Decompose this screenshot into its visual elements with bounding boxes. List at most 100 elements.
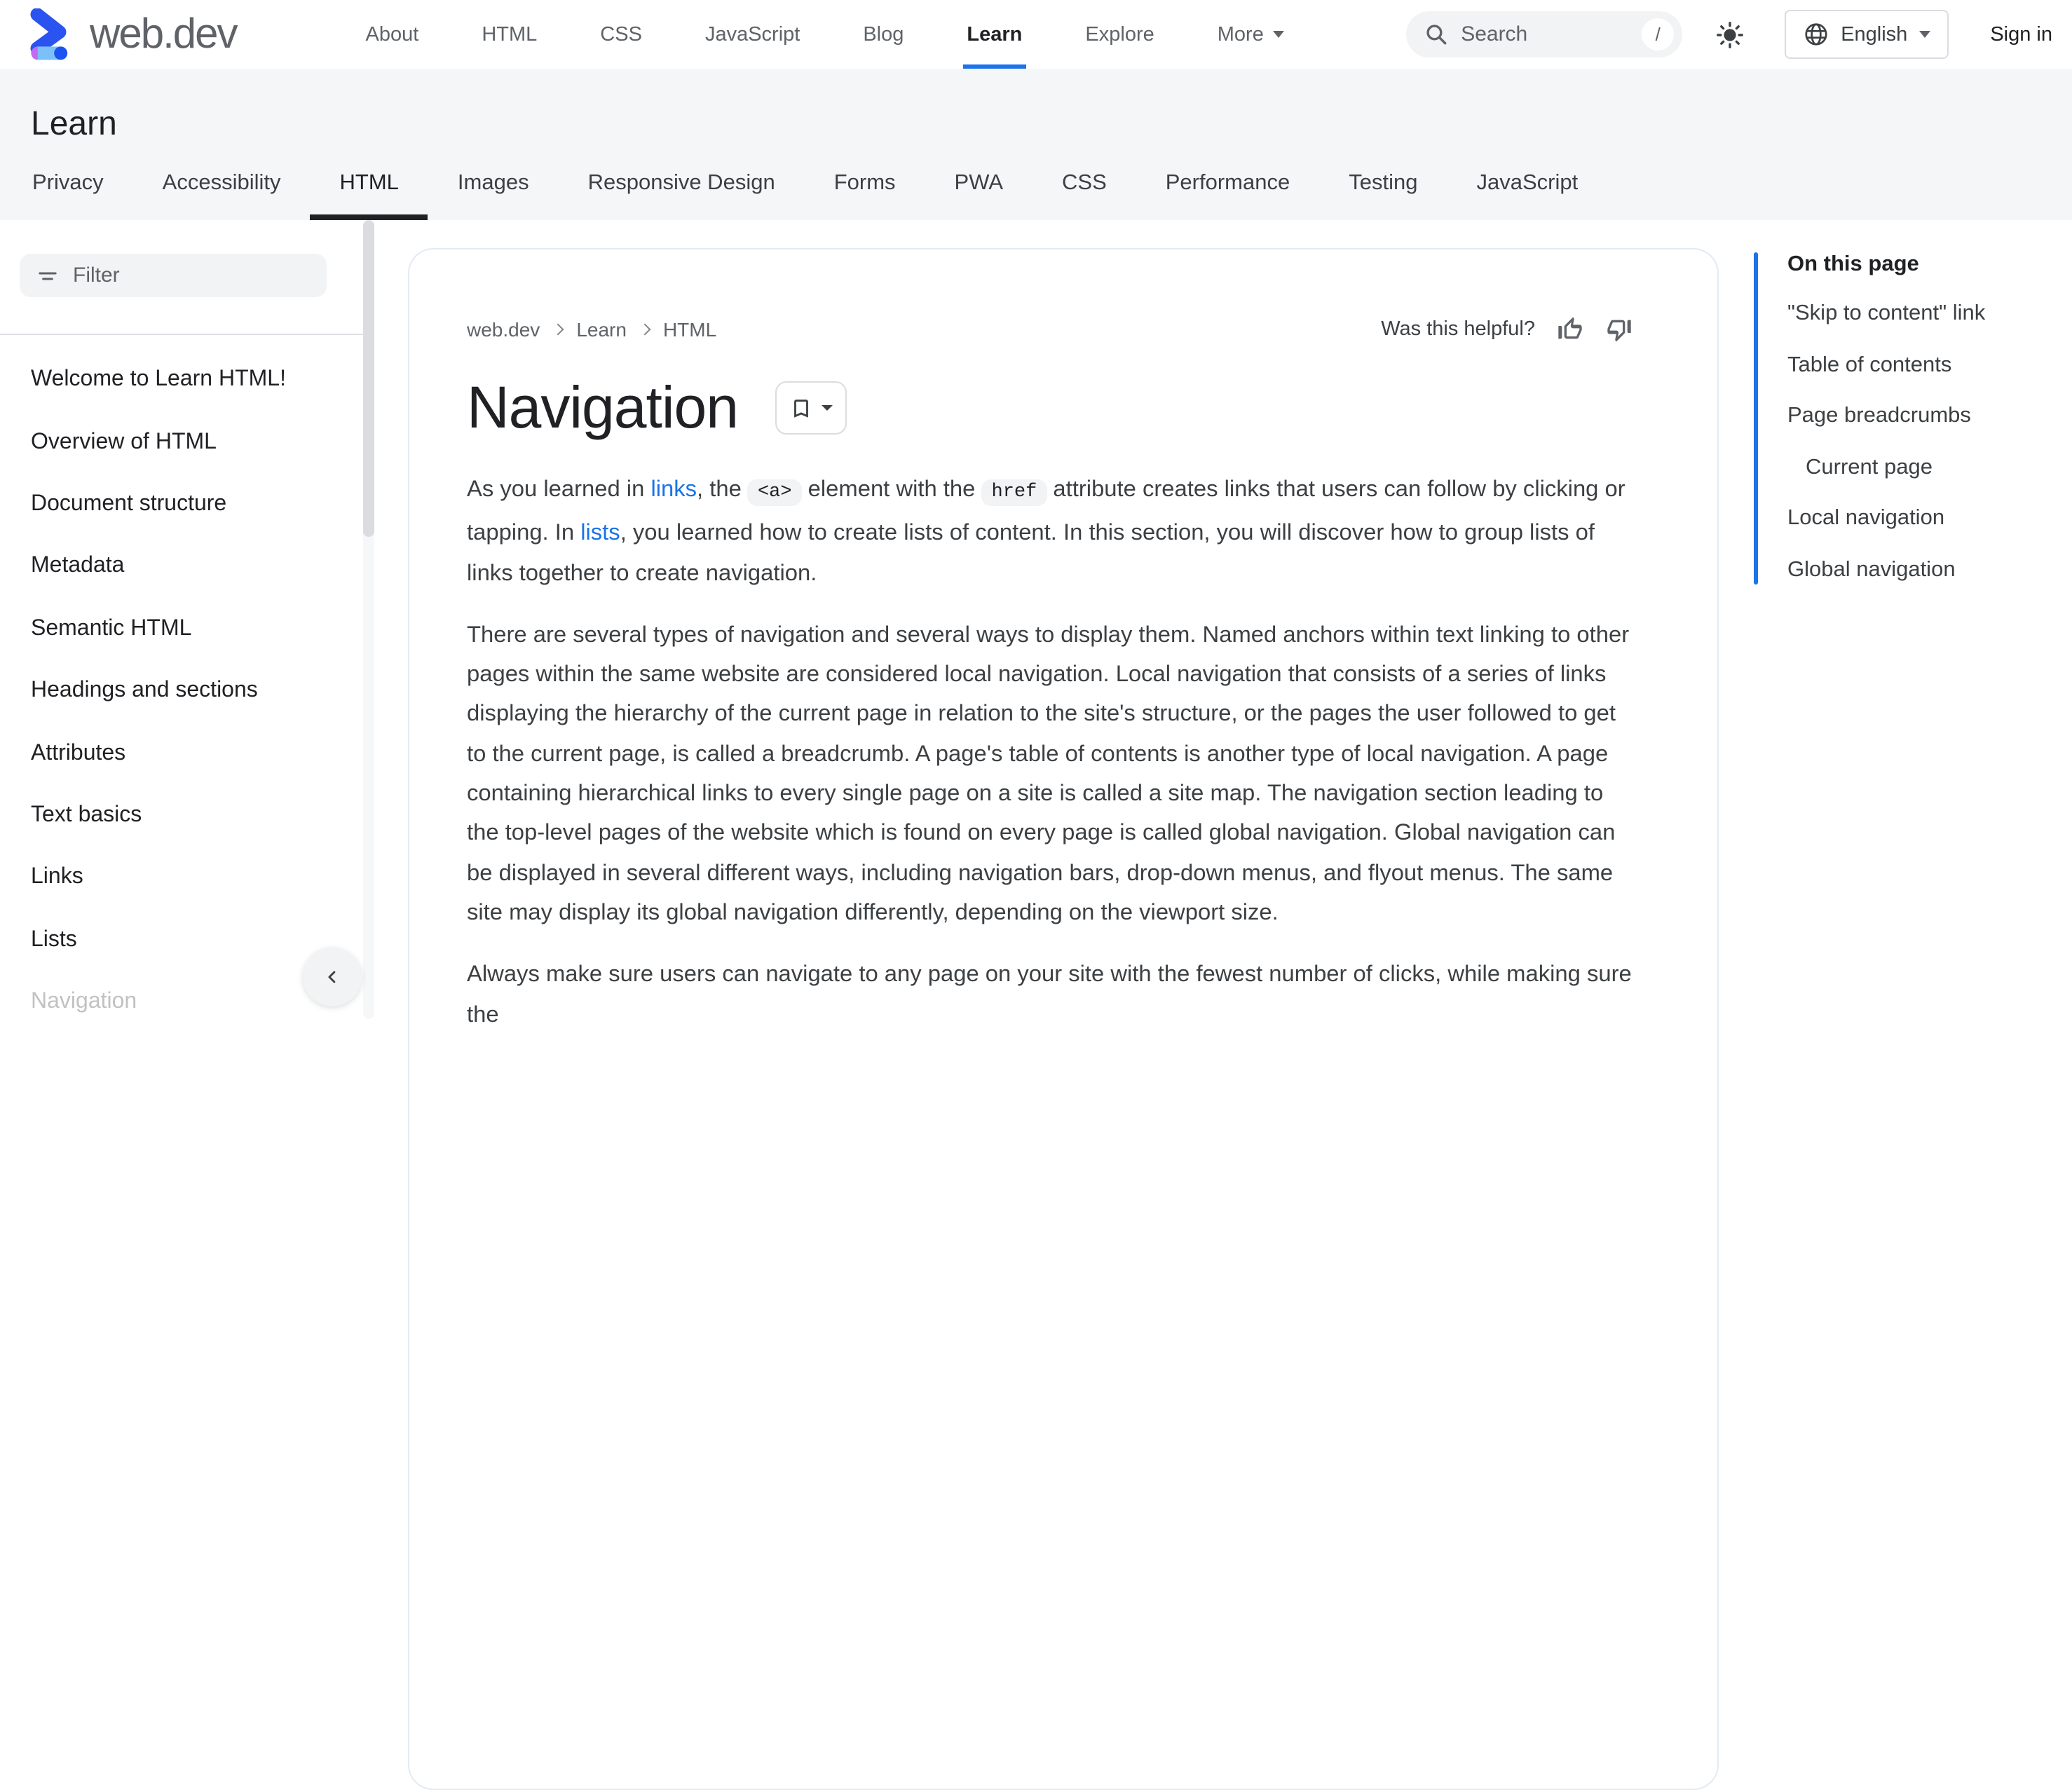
search-input[interactable]: Search / [1406, 11, 1683, 57]
topnav-link-html[interactable]: HTML [482, 0, 537, 69]
logo-text: web.dev [90, 11, 238, 57]
course-sidebar: Filter Welcome to Learn HTML! Overview of… [0, 220, 397, 1019]
tab-testing[interactable]: Testing [1319, 151, 1447, 220]
thumbs-down-button[interactable] [1605, 315, 1633, 343]
topnav-links: About HTML CSS JavaScript Blog Learn Explore Mo… [366, 0, 1285, 69]
article-title-row: Navigation [467, 374, 1633, 442]
tab-forms[interactable]: Forms [805, 151, 925, 220]
top-navigation-bar: web.dev About HTML CSS JavaScript Blog Learn E… [0, 0, 2072, 69]
thumbs-up-button[interactable] [1556, 315, 1584, 343]
breadcrumb-web-dev[interactable]: web.dev [467, 318, 540, 341]
search-icon [1426, 25, 1447, 45]
topnav-link-label: Learn [967, 23, 1023, 46]
sidebar-item-headings-and-sections[interactable]: Headings and sections [0, 660, 380, 723]
breadcrumb-links: web.dev Learn HTML [467, 318, 716, 341]
sidebar-divider [0, 334, 364, 335]
language-label: English [1841, 23, 1908, 46]
sign-in-button[interactable]: Sign in [1990, 23, 2052, 46]
on-this-page-panel: On this page "Skip to content" link Table… [1754, 248, 2071, 596]
tab-images[interactable]: Images [428, 151, 559, 220]
chevron-right-icon [552, 323, 564, 336]
inline-code: <a> [747, 479, 802, 506]
toc-items: "Skip to content" link Table of contents P… [1787, 289, 2071, 596]
topnav-link-label: Blog [863, 23, 904, 46]
sun-icon [1717, 21, 1744, 48]
toc-item-global-navigation[interactable]: Global navigation [1787, 545, 2071, 596]
sidebar-chapter-list: Welcome to Learn HTML! Overview of HTML Do… [0, 349, 380, 1034]
paragraph: As you learned in links, the <a> element… [467, 477, 1625, 586]
tab-pwa[interactable]: PWA [925, 151, 1032, 220]
topnav-link-label: CSS [600, 23, 642, 46]
sidebar-item-semantic-html[interactable]: Semantic HTML [0, 598, 380, 660]
chevron-down-icon [822, 405, 833, 411]
toc-list: On this page "Skip to content" link Table… [1787, 248, 2071, 596]
filter-placeholder: Filter [73, 264, 120, 287]
paragraph: Always make sure users can navigate to a… [467, 962, 1632, 1027]
sidebar-item-links[interactable]: Links [0, 847, 380, 909]
webdev-logo-icon [30, 8, 68, 60]
inline-link-lists[interactable]: lists [580, 521, 620, 546]
tab-responsive-design[interactable]: Responsive Design [559, 151, 805, 220]
learn-hero-section: Learn Privacy Accessibility HTML Images Resp… [0, 69, 2072, 220]
topnav-link-label: JavaScript [704, 23, 800, 46]
filter-icon [39, 271, 57, 280]
webdev-logo[interactable]: web.dev [24, 8, 238, 61]
breadcrumb-learn[interactable]: Learn [576, 318, 627, 341]
toc-heading: On this page [1787, 252, 1919, 276]
article-title: Navigation [467, 374, 739, 440]
page: web.dev About HTML CSS JavaScript Blog Learn E… [0, 0, 2072, 1790]
globe-icon [1805, 23, 1827, 46]
sidebar-item-welcome-to-learn-html[interactable]: Welcome to Learn HTML! [0, 349, 380, 411]
filter-input[interactable]: Filter [20, 254, 327, 297]
topnav-link-javascript[interactable]: JavaScript [705, 0, 800, 69]
topnav-link-about[interactable]: About [366, 0, 419, 69]
page-section-title: Learn [31, 105, 117, 143]
topnav-link-blog[interactable]: Blog [863, 0, 904, 69]
sidebar-collapse-button[interactable] [303, 948, 362, 1006]
breadcrumb-html[interactable]: HTML [663, 318, 716, 341]
topnav-link-more[interactable]: More [1218, 0, 1285, 69]
topnav-link-learn[interactable]: Learn [962, 0, 1026, 69]
tab-javascript[interactable]: JavaScript [1447, 151, 1607, 220]
toc-item-page-breadcrumbs[interactable]: Page breadcrumbs [1787, 391, 2071, 442]
thumbs-down-icon [1607, 320, 1631, 342]
sidebar-item-document-structure[interactable]: Document structure [0, 474, 380, 536]
breadcrumb: web.dev Learn HTML Was this helpful? [467, 315, 1633, 343]
chevron-down-icon [1918, 31, 1930, 38]
topnav-link-label: HTML [482, 23, 538, 46]
chevron-left-icon [328, 971, 336, 983]
toc-item-table-of-contents[interactable]: Table of contents [1787, 340, 2071, 391]
feedback-widget: Was this helpful? [1381, 315, 1633, 343]
tab-privacy[interactable]: Privacy [3, 151, 133, 220]
topnav-link-explore[interactable]: Explore [1085, 0, 1154, 69]
chevron-right-icon [639, 323, 651, 336]
language-selector[interactable]: English [1785, 10, 1949, 59]
topnav-link-css[interactable]: CSS [600, 0, 642, 69]
tab-css[interactable]: CSS [1032, 151, 1136, 220]
search-placeholder: Search [1461, 22, 1528, 46]
feedback-label: Was this helpful? [1381, 318, 1535, 341]
search-shortcut-badge: / [1642, 18, 1675, 50]
tab-performance[interactable]: Performance [1136, 151, 1319, 220]
bookmark-button[interactable] [775, 381, 847, 435]
paragraph: There are several types of navigation an… [467, 622, 1630, 925]
article-card: web.dev Learn HTML Was this helpful? Navig… [408, 248, 1719, 1790]
toc-item-local-navigation[interactable]: Local navigation [1787, 493, 2071, 545]
topnav-link-label: More [1217, 23, 1264, 46]
theme-toggle-button[interactable] [1713, 18, 1747, 51]
bookmark-icon [795, 399, 809, 417]
toc-item-skip-to-content-link[interactable]: "Skip to content" link [1787, 289, 2071, 340]
inline-link-links[interactable]: links [650, 477, 697, 502]
sidebar-item-attributes[interactable]: Attributes [0, 723, 380, 785]
chevron-down-icon [1273, 31, 1285, 38]
sidebar-item-text-basics[interactable]: Text basics [0, 784, 380, 847]
topnav-link-label: About [365, 23, 419, 46]
article-body: As you learned in links, the <a> element… [467, 470, 1635, 1034]
tab-html[interactable]: HTML [310, 151, 428, 220]
tab-accessibility[interactable]: Accessibility [133, 151, 311, 220]
sidebar-item-overview-of-html[interactable]: Overview of HTML [0, 411, 380, 474]
sidebar-scrollbar-thumb[interactable] [363, 220, 374, 537]
toc-item-current-page[interactable]: Current page [1787, 442, 2071, 493]
sidebar-item-metadata[interactable]: Metadata [0, 535, 380, 598]
course-tabs: Privacy Accessibility HTML Images Responsive… [3, 151, 1607, 220]
